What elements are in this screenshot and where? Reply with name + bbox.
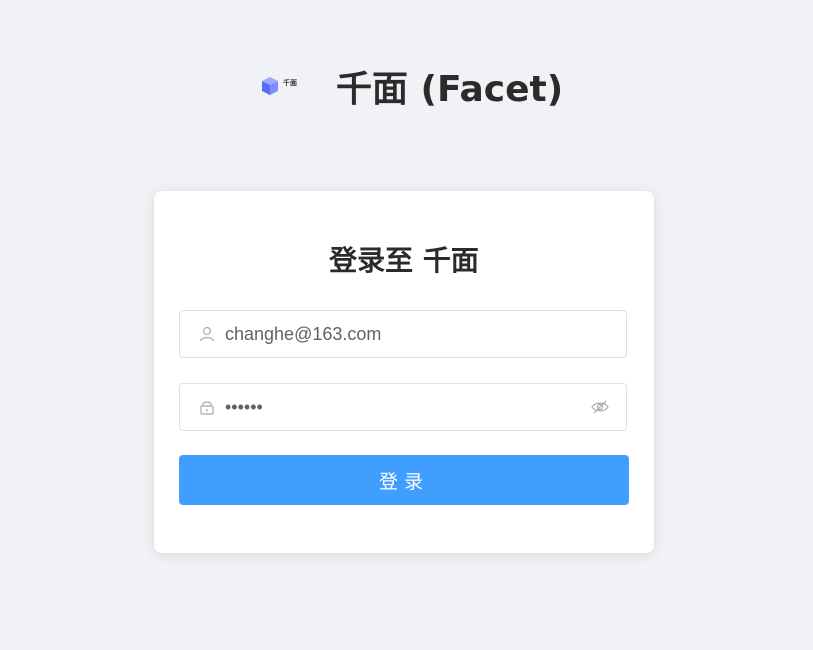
username-field[interactable] [179,310,627,358]
login-button[interactable]: 登录 [179,455,629,505]
username-input[interactable] [225,311,585,357]
cube-logo-icon [262,77,278,95]
password-input[interactable] [225,384,585,430]
user-icon [199,326,215,342]
eye-off-icon[interactable] [591,399,609,415]
app-logo: 千面 [261,76,297,98]
page-header: 千面 千面 (Facet) [0,60,813,120]
logo-text: 千面 [283,79,297,87]
app-title: 千面 (Facet) [336,69,564,110]
lock-icon [200,401,214,415]
password-field[interactable] [179,383,627,431]
login-title: 登录至 千面 [329,244,479,277]
login-card: 登录至 千面 登录 [154,191,654,553]
